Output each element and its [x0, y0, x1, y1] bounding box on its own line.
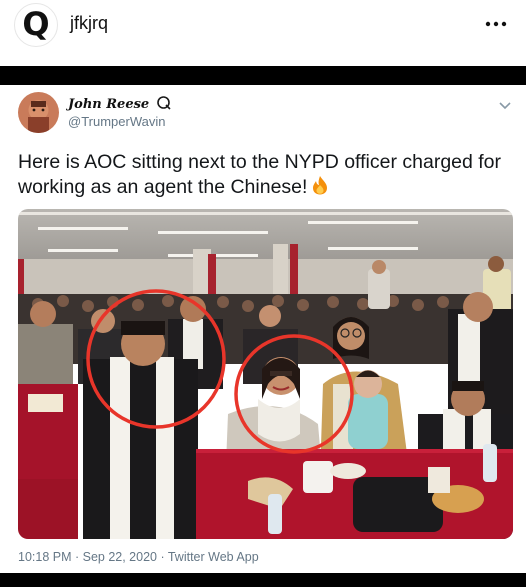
tweet-text: Here is AOC sitting next to the NYPD off…	[18, 150, 518, 200]
user-handle[interactable]: @TrumperWavin	[68, 114, 165, 129]
tweet-card: John Reese @TrumperWavin Here is AOC sit…	[0, 85, 526, 580]
profile-logo[interactable]: Q	[14, 3, 58, 47]
post-header: Q jfkjrq	[0, 0, 526, 52]
post-username[interactable]: jfkjrq	[70, 13, 108, 34]
avatar[interactable]	[18, 92, 59, 133]
display-name[interactable]: John Reese	[68, 97, 149, 112]
tweet-photo[interactable]	[18, 209, 513, 539]
chevron-down-icon[interactable]	[498, 98, 512, 110]
q-badge-icon	[156, 95, 172, 111]
tweet-timestamp: 10:18 PM · Sep 22, 2020 · Twitter Web Ap…	[18, 550, 259, 564]
more-horizontal-icon[interactable]	[484, 14, 508, 34]
top-black-bar	[0, 66, 526, 86]
fire-icon	[311, 175, 329, 195]
tweet-text-content: Here is AOC sitting next to the NYPD off…	[18, 151, 502, 198]
logo-letter: Q	[22, 5, 50, 43]
bottom-black-bar	[0, 573, 526, 587]
